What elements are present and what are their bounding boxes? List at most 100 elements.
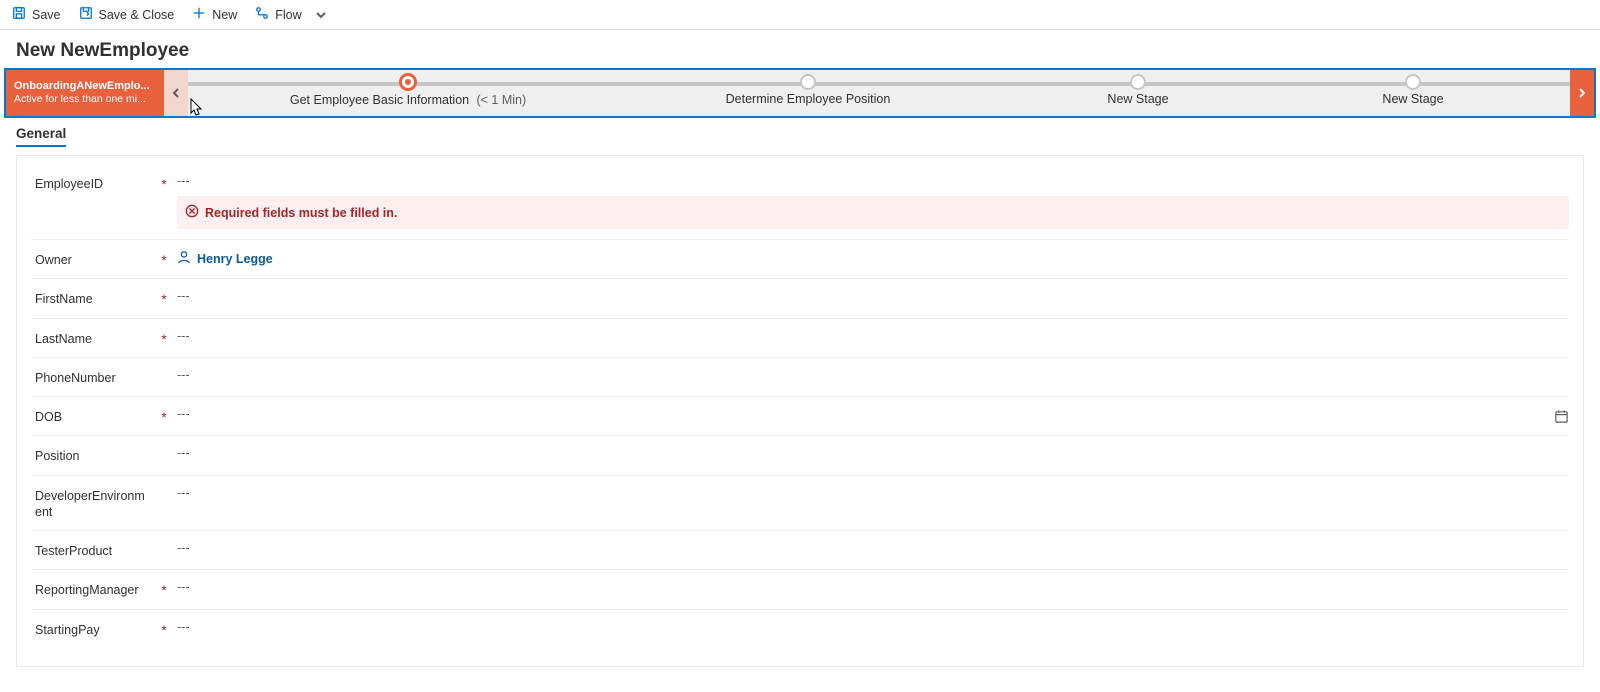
- flow-dropdown[interactable]: [312, 8, 330, 22]
- required-mark: *: [159, 174, 169, 192]
- flow-button[interactable]: Flow: [247, 3, 309, 26]
- calendar-icon[interactable]: [1554, 409, 1569, 427]
- required-mark: [159, 541, 169, 543]
- field-first-name: FirstName * ---: [31, 279, 1569, 318]
- required-mark: [159, 486, 169, 488]
- error-text: Required fields must be filled in.: [205, 206, 397, 220]
- bpf-process-name: OnboardingANewEmplo...: [14, 80, 156, 94]
- required-mark: [159, 368, 169, 370]
- bpf-stage-4[interactable]: New Stage: [1263, 70, 1563, 106]
- bpf-stage-dot: [1405, 74, 1421, 90]
- bpf-stage-dot: [399, 73, 417, 91]
- field-position: Position ---: [31, 436, 1569, 475]
- field-label: Position: [31, 446, 151, 464]
- field-value[interactable]: ---: [177, 486, 1569, 500]
- field-label: DOB: [31, 407, 151, 425]
- bpf-track: Get Employee Basic Information (< 1 Min)…: [188, 70, 1570, 116]
- bpf-process-status: Active for less than one mi...: [14, 93, 156, 106]
- bpf-stage-label: New Stage: [1382, 92, 1443, 106]
- field-placeholder: ---: [177, 541, 190, 555]
- required-mark: *: [159, 329, 169, 347]
- field-value[interactable]: ---: [177, 329, 1569, 343]
- validation-error: Required fields must be filled in.: [177, 196, 1569, 229]
- save-label: Save: [32, 8, 61, 22]
- field-value[interactable]: ---: [177, 620, 1569, 634]
- field-label: StartingPay: [31, 620, 151, 638]
- save-button[interactable]: Save: [4, 3, 69, 26]
- save-icon: [12, 6, 26, 23]
- field-placeholder: ---: [177, 174, 190, 188]
- field-placeholder: ---: [177, 580, 190, 594]
- command-bar: Save Save & Close New Flow: [0, 0, 1600, 30]
- field-label: ReportingManager: [31, 580, 151, 598]
- required-mark: [159, 446, 169, 448]
- field-value[interactable]: ---: [177, 580, 1569, 594]
- field-label: LastName: [31, 329, 151, 347]
- field-label: TesterProduct: [31, 541, 151, 559]
- field-dev-env: DeveloperEnvironment ---: [31, 476, 1569, 532]
- field-value[interactable]: ---: [177, 446, 1569, 460]
- field-value[interactable]: ---: [177, 407, 1569, 421]
- field-placeholder: ---: [177, 329, 190, 343]
- required-mark: *: [159, 620, 169, 638]
- field-value[interactable]: ---: [177, 541, 1569, 555]
- required-mark: *: [159, 407, 169, 425]
- new-button[interactable]: New: [184, 3, 245, 26]
- bpf-stage-sub: (< 1 Min): [476, 93, 526, 107]
- bpf-bar: OnboardingANewEmplo... Active for less t…: [4, 68, 1596, 118]
- flow-icon: [255, 6, 269, 23]
- form-general-section: EmployeeID * --- Required fields must be…: [16, 155, 1584, 667]
- field-placeholder: ---: [177, 407, 190, 421]
- bpf-stage-1[interactable]: Get Employee Basic Information (< 1 Min): [258, 70, 558, 107]
- field-phone: PhoneNumber ---: [31, 358, 1569, 397]
- owner-lookup-value[interactable]: Henry Legge: [177, 250, 1569, 267]
- bpf-stage-dot: [800, 74, 816, 90]
- bpf-stage-dot: [1130, 74, 1146, 90]
- field-last-name: LastName * ---: [31, 319, 1569, 358]
- field-value[interactable]: ---: [177, 289, 1569, 303]
- field-placeholder: ---: [177, 446, 190, 460]
- bpf-stage-3[interactable]: New Stage: [988, 70, 1288, 106]
- page-title: New NewEmployee: [0, 30, 1600, 68]
- field-owner: Owner * Henry Legge: [31, 240, 1569, 279]
- bpf-process-info[interactable]: OnboardingANewEmplo... Active for less t…: [6, 70, 164, 116]
- field-placeholder: ---: [177, 368, 190, 382]
- bpf-stage-label: New Stage: [1107, 92, 1168, 106]
- owner-name: Henry Legge: [197, 252, 273, 266]
- field-label: Owner: [31, 250, 151, 268]
- flow-label: Flow: [275, 8, 301, 22]
- new-label: New: [212, 8, 237, 22]
- field-employee-id: EmployeeID * --- Required fields must be…: [31, 164, 1569, 240]
- chevron-left-icon: [171, 88, 181, 98]
- field-tester: TesterProduct ---: [31, 531, 1569, 570]
- form-tabs: General: [0, 118, 1600, 147]
- bpf-stage-2[interactable]: Determine Employee Position: [658, 70, 958, 106]
- field-dob: DOB * ---: [31, 397, 1569, 436]
- field-pay: StartingPay * ---: [31, 610, 1569, 648]
- error-icon: [185, 204, 199, 221]
- person-icon: [177, 250, 191, 267]
- field-placeholder: ---: [177, 486, 190, 500]
- chevron-right-icon: [1577, 88, 1587, 98]
- field-placeholder: ---: [177, 620, 190, 634]
- save-close-icon: [79, 6, 93, 23]
- field-placeholder: ---: [177, 289, 190, 303]
- field-value[interactable]: --- Required fields must be filled in.: [177, 174, 1569, 229]
- save-close-button[interactable]: Save & Close: [71, 3, 183, 26]
- bpf-next-button[interactable]: [1570, 70, 1594, 116]
- chevron-down-icon: [316, 10, 326, 20]
- required-mark: *: [159, 289, 169, 307]
- field-label: PhoneNumber: [31, 368, 151, 386]
- tab-general[interactable]: General: [16, 126, 66, 147]
- bpf-stage-label: Get Employee Basic Information: [290, 93, 469, 107]
- plus-icon: [192, 6, 206, 23]
- required-mark: *: [159, 250, 169, 268]
- required-mark: *: [159, 580, 169, 598]
- field-value[interactable]: Henry Legge: [177, 250, 1569, 267]
- field-label: FirstName: [31, 289, 151, 307]
- bpf-prev-button[interactable]: [164, 70, 188, 116]
- field-manager: ReportingManager * ---: [31, 570, 1569, 609]
- field-label: DeveloperEnvironment: [31, 486, 151, 521]
- bpf-stage-label: Determine Employee Position: [726, 92, 891, 106]
- field-value[interactable]: ---: [177, 368, 1569, 382]
